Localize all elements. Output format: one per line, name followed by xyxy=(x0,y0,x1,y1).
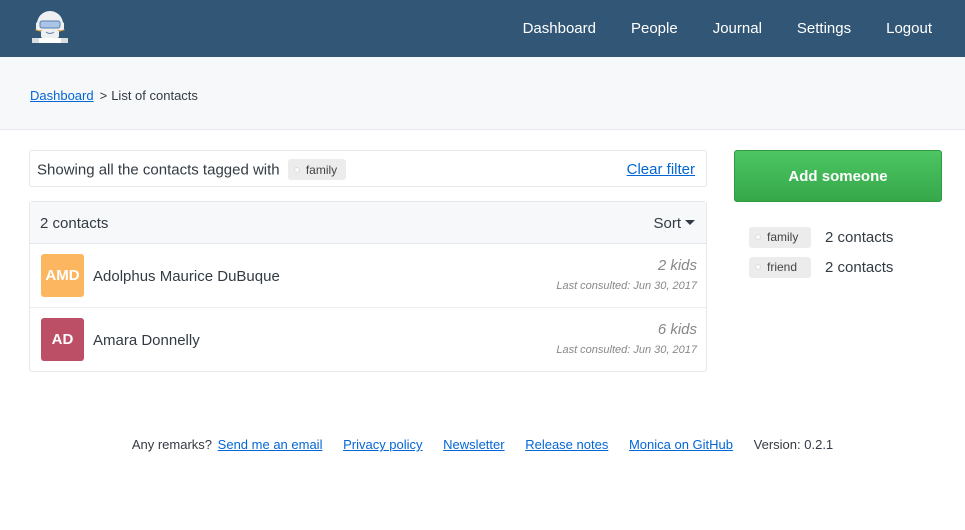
nav-settings[interactable]: Settings xyxy=(797,20,851,37)
newsletter-link[interactable]: Newsletter xyxy=(443,437,504,452)
contact-last-consulted: Last consulted: Jun 30, 2017 xyxy=(556,280,697,292)
version-label: Version: 0.2.1 xyxy=(753,437,834,452)
tag-family[interactable]: family xyxy=(749,226,811,248)
add-someone-button[interactable]: Add someone xyxy=(734,150,942,202)
tag-count: 2 contacts xyxy=(825,258,894,276)
tag-label: friend xyxy=(767,260,798,274)
breadcrumb-current: List of contacts xyxy=(111,88,198,103)
nav-people[interactable]: People xyxy=(631,20,678,37)
contact-kids: 6 kids xyxy=(657,321,697,338)
tag-dot-icon xyxy=(755,264,761,270)
logo-icon[interactable] xyxy=(30,4,70,48)
contact-name[interactable]: Adolphus Maurice DuBuque xyxy=(93,268,280,285)
release-notes-link[interactable]: Release notes xyxy=(525,437,608,452)
sort-dropdown[interactable]: Sort xyxy=(653,215,695,232)
tag-list-item: friend 2 contacts xyxy=(749,252,893,282)
nav-journal[interactable]: Journal xyxy=(713,20,762,37)
sort-label: Sort xyxy=(653,215,681,232)
footer: Any remarks? Send me an email Privacy po… xyxy=(0,437,965,452)
caret-down-icon xyxy=(685,219,695,225)
tag-list: family 2 contacts friend 2 contacts xyxy=(749,222,893,282)
contact-last-consulted: Last consulted: Jun 30, 2017 xyxy=(556,344,697,356)
contacts-list-header: 2 contacts Sort xyxy=(30,202,706,244)
avatar[interactable]: AD xyxy=(41,318,84,361)
contact-row[interactable]: AD Amara Donnelly 6 kids Last consulted:… xyxy=(30,308,706,372)
nav-logout[interactable]: Logout xyxy=(886,20,932,37)
tag-count: 2 contacts xyxy=(825,228,894,246)
github-link[interactable]: Monica on GitHub xyxy=(629,437,733,452)
tag-dot-icon xyxy=(293,166,300,173)
avatar[interactable]: AMD xyxy=(41,254,84,297)
privacy-policy-link[interactable]: Privacy policy xyxy=(343,437,422,452)
tag-filter-box: Showing all the contacts tagged with fam… xyxy=(29,150,707,187)
contact-kids: 2 kids xyxy=(657,257,697,274)
breadcrumb-dashboard-link[interactable]: Dashboard xyxy=(30,88,94,103)
clear-filter-link[interactable]: Clear filter xyxy=(627,161,695,178)
tag-friend[interactable]: friend xyxy=(749,256,811,278)
filter-tag-label: family xyxy=(305,162,338,177)
nav-dashboard[interactable]: Dashboard xyxy=(523,20,596,37)
tag-label: family xyxy=(767,230,799,244)
filter-tag: family xyxy=(287,159,347,180)
top-header: Dashboard People Journal Settings Logout xyxy=(0,0,965,57)
breadcrumb-separator: > xyxy=(99,88,108,103)
tag-dot-icon xyxy=(755,234,761,240)
main-nav: Dashboard People Journal Settings Logout xyxy=(523,0,965,57)
send-email-link[interactable]: Send me an email xyxy=(218,437,323,452)
contact-row[interactable]: AMD Adolphus Maurice DuBuque 2 kids Last… xyxy=(30,244,706,308)
breadcrumb-bar: Dashboard > List of contacts xyxy=(0,57,965,130)
footer-remarks: Any remarks? xyxy=(131,437,213,452)
filter-label: Showing all the contacts tagged with xyxy=(37,161,280,179)
contact-name[interactable]: Amara Donnelly xyxy=(93,332,200,349)
contacts-list: 2 contacts Sort AMD Adolphus Maurice DuB… xyxy=(29,201,707,372)
filter-description: Showing all the contacts tagged with fam… xyxy=(37,159,347,181)
contacts-count: 2 contacts xyxy=(40,215,109,232)
tag-list-item: family 2 contacts xyxy=(749,222,893,252)
breadcrumb: Dashboard > List of contacts xyxy=(30,88,198,103)
